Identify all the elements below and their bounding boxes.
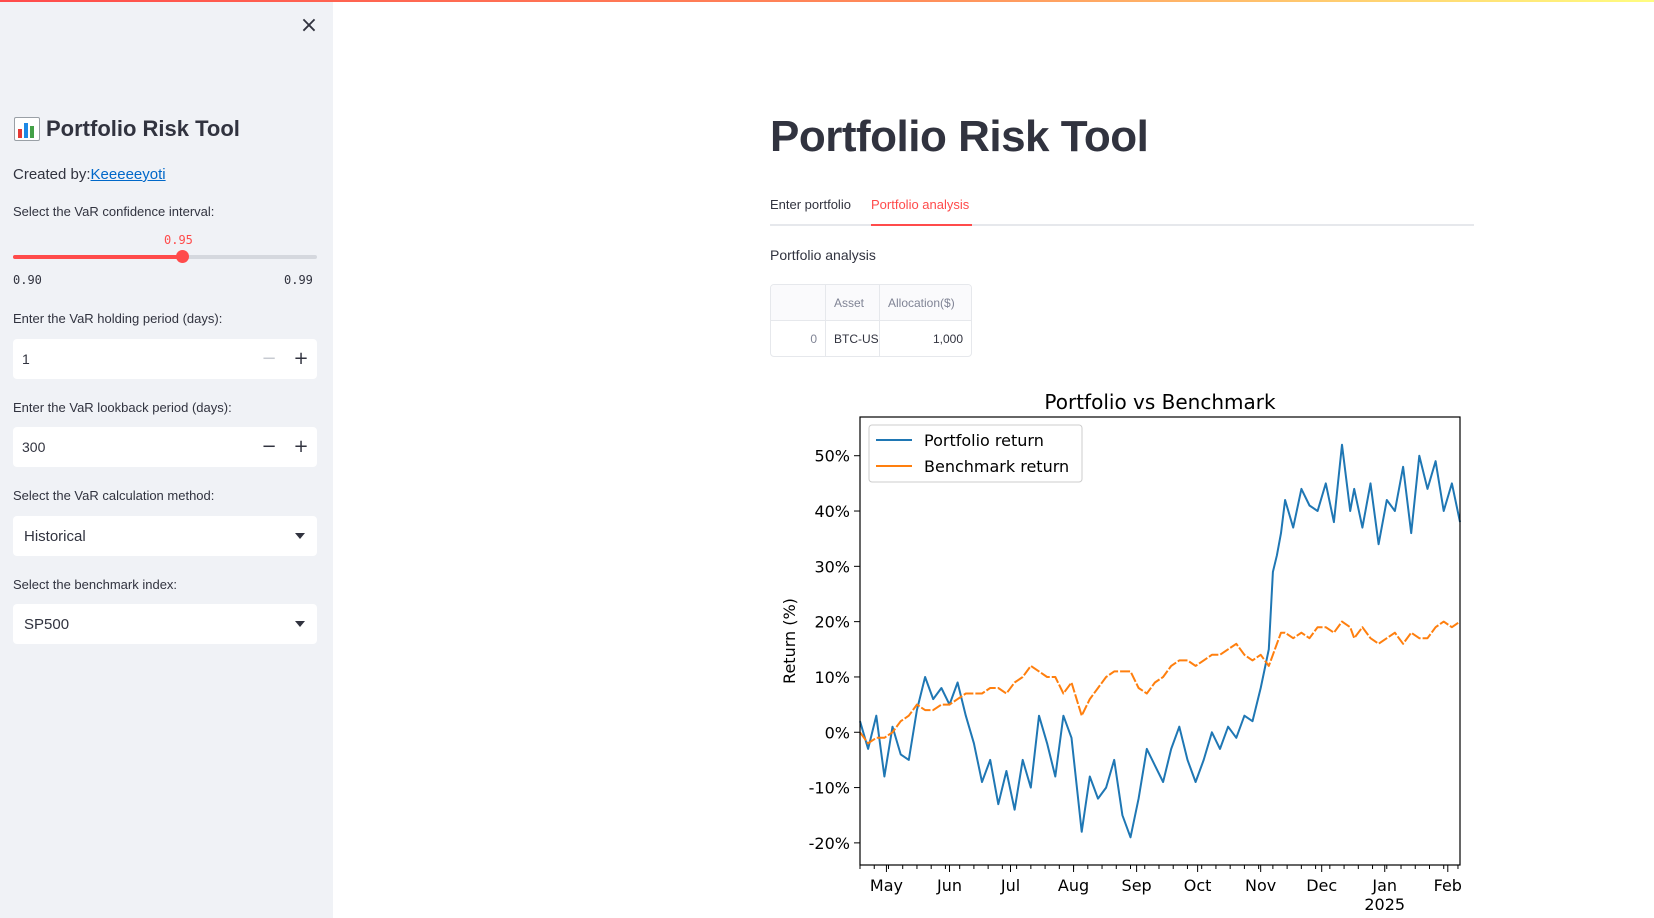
chart-title: Portfolio vs Benchmark <box>1044 390 1276 414</box>
table-header-row: Asset Allocation($) <box>771 285 971 321</box>
y-tick-label: 10% <box>814 668 850 687</box>
active-tab-indicator <box>871 224 972 226</box>
x-tick-label: Sep <box>1122 876 1152 895</box>
confidence-slider-thumb[interactable] <box>175 250 189 263</box>
legend-entry: Benchmark return <box>924 457 1069 476</box>
author-link[interactable]: Keeeeeyoti <box>91 166 166 183</box>
holding-increment-button[interactable]: + <box>285 339 317 379</box>
y-tick-label: 0% <box>825 723 850 742</box>
confidence-max: 0.99 <box>284 273 313 287</box>
top-decoration-bar <box>0 0 1654 2</box>
portfolio-table[interactable]: Asset Allocation($) 0 BTC-USD 1,000 <box>770 284 972 357</box>
x-tick-label: Nov <box>1245 876 1276 895</box>
method-select[interactable]: Historical <box>13 516 317 556</box>
allocation-header[interactable]: Allocation($) <box>880 285 971 320</box>
x-tick-label: Oct <box>1184 876 1212 895</box>
x-tick-label: Dec <box>1306 876 1337 895</box>
holding-decrement-button[interactable]: − <box>253 339 285 379</box>
portfolio-vs-benchmark-chart: Portfolio vs Benchmark Return (%) -20% -10%… <box>780 390 1462 914</box>
row-index: 0 <box>771 321 826 356</box>
y-tick-label: 50% <box>814 447 850 466</box>
benchmark-select[interactable]: SP500 <box>13 604 317 644</box>
y-tick-label: 20% <box>814 613 850 632</box>
lookback-decrement-button[interactable]: − <box>253 427 285 467</box>
benchmark-label: Select the benchmark index: <box>13 577 178 592</box>
method-label: Select the VaR calculation method: <box>13 488 215 503</box>
chevron-down-icon <box>295 621 305 627</box>
tab-portfolio-analysis[interactable]: Portfolio analysis <box>871 197 969 212</box>
legend-entry: Portfolio return <box>924 431 1044 450</box>
sidebar-title-text: Portfolio Risk Tool <box>46 116 240 141</box>
series-line-1 <box>859 620 1461 745</box>
confidence-label: Select the VaR confidence interval: <box>13 204 215 219</box>
confidence-min: 0.90 <box>13 273 42 287</box>
holding-period-label: Enter the VaR holding period (days): <box>13 311 223 326</box>
confidence-slider-fill <box>13 255 182 259</box>
lookback-period-stepper: − + <box>13 427 317 467</box>
table-row: 0 BTC-USD 1,000 <box>771 321 971 356</box>
y-tick-label: 40% <box>814 502 850 521</box>
close-sidebar-icon[interactable]: × <box>297 14 321 38</box>
y-tick-label: -10% <box>809 779 850 798</box>
x-tick-label: Jan <box>1371 876 1397 895</box>
y-tick-label: 30% <box>814 557 850 576</box>
x-tick-label: Feb <box>1434 876 1462 895</box>
holding-period-input[interactable] <box>13 339 253 379</box>
sidebar-title: Portfolio Risk Tool <box>14 116 240 142</box>
x-tick-label: Aug <box>1058 876 1089 895</box>
asset-header[interactable]: Asset <box>826 285 880 320</box>
index-header <box>771 285 826 320</box>
lookback-period-label: Enter the VaR lookback period (days): <box>13 400 232 415</box>
y-tick-label: -20% <box>809 834 850 853</box>
lookback-increment-button[interactable]: + <box>285 427 317 467</box>
section-heading: Portfolio analysis <box>770 247 876 263</box>
y-axis-label: Return (%) <box>780 598 799 684</box>
benchmark-select-value: SP500 <box>24 615 70 633</box>
x-tick-label: Jun <box>936 876 962 895</box>
lookback-period-input[interactable] <box>13 427 253 467</box>
x-tick-label: May <box>870 876 903 895</box>
x-tick-label: Jul <box>1000 876 1020 895</box>
asset-cell[interactable]: BTC-USD <box>826 321 880 356</box>
confidence-value: 0.95 <box>164 233 193 247</box>
sidebar: × Portfolio Risk Tool Created by:Keeeeey… <box>0 0 333 918</box>
confidence-slider[interactable] <box>13 250 317 263</box>
tab-enter-portfolio[interactable]: Enter portfolio <box>770 197 851 212</box>
method-select-value: Historical <box>24 527 86 545</box>
page-title: Portfolio Risk Tool <box>770 112 1149 161</box>
bar-chart-icon <box>14 117 40 141</box>
x-tick-year-label: 2025 <box>1364 895 1405 914</box>
created-by-label: Created by: <box>13 166 91 183</box>
chevron-down-icon <box>295 533 305 539</box>
holding-period-stepper: − + <box>13 339 317 379</box>
series-line-0 <box>859 443 1461 839</box>
allocation-cell[interactable]: 1,000 <box>880 321 971 356</box>
created-by: Created by:Keeeeeyoti <box>13 166 166 183</box>
